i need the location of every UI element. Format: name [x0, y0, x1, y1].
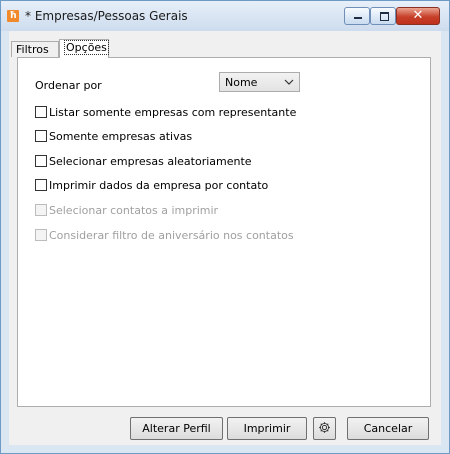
cancelar-button[interactable]: Cancelar	[347, 417, 429, 440]
checkbox-label: Listar somente empresas com representant…	[49, 106, 297, 119]
client-area: Filtros Opções Ordenar por Nome Listar s…	[9, 31, 441, 445]
chevron-down-icon	[284, 79, 294, 85]
window-title: * Empresas/Pessoas Gerais	[25, 9, 188, 23]
close-button[interactable]: ✕	[396, 7, 440, 25]
checkbox-box	[35, 204, 47, 216]
tab-filtros-label: Filtros	[16, 43, 49, 56]
close-icon: ✕	[412, 8, 424, 23]
order-by-value: Nome	[225, 76, 258, 89]
order-by-select[interactable]: Nome	[219, 72, 300, 92]
checkbox-box[interactable]	[35, 106, 47, 118]
checkbox-label: Selecionar contatos a imprimir	[49, 204, 219, 217]
tab-opcoes[interactable]: Opções	[59, 39, 109, 58]
options-panel: Ordenar por Nome Listar somente empresas…	[17, 57, 431, 407]
maximize-button[interactable]	[370, 7, 396, 25]
settings-button[interactable]	[313, 417, 336, 440]
minimize-icon	[354, 17, 362, 19]
title-bar[interactable]: ħ * Empresas/Pessoas Gerais ✕	[1, 1, 449, 31]
order-by-label: Ordenar por	[35, 79, 102, 92]
checkbox-label: Selecionar empresas aleatoriamente	[49, 155, 252, 168]
checkbox-box[interactable]	[35, 130, 47, 142]
checkbox-box	[35, 229, 47, 241]
checkbox-box[interactable]	[35, 155, 47, 167]
checkbox-box[interactable]	[35, 179, 47, 191]
tab-filtros[interactable]: Filtros	[11, 41, 59, 57]
tab-strip: Filtros Opções	[9, 39, 441, 58]
tab-opcoes-label: Opções	[64, 40, 109, 55]
gear-icon	[319, 422, 330, 433]
checkbox-label: Considerar filtro de aniversário nos con…	[49, 229, 294, 242]
app-icon: ħ	[7, 10, 19, 22]
checkbox-label: Imprimir dados da empresa por contato	[49, 179, 269, 192]
imprimir-button[interactable]: Imprimir	[227, 417, 307, 440]
maximize-icon	[380, 12, 389, 21]
minimize-button[interactable]	[344, 7, 370, 25]
alterar-perfil-button[interactable]: Alterar Perfil	[130, 417, 223, 440]
checkbox-label: Somente empresas ativas	[49, 130, 193, 143]
window: ħ * Empresas/Pessoas Gerais ✕ Filtros Op…	[0, 0, 450, 454]
